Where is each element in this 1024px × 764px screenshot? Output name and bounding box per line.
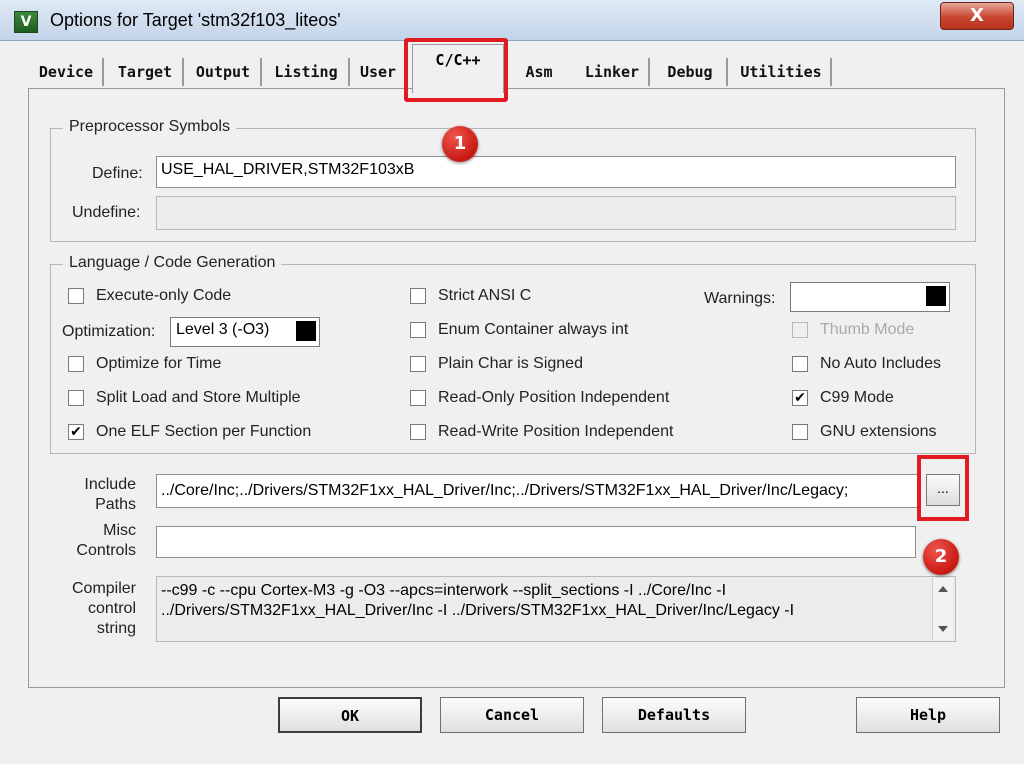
keil-app-icon: V — [14, 11, 38, 33]
tab-device[interactable]: Device — [30, 58, 104, 86]
compiler-string-line-2: ../Drivers/STM32F1xx_HAL_Driver/Inc -I .… — [161, 602, 795, 619]
undefine-input[interactable] — [156, 196, 956, 230]
strict-ansi-label: Strict ANSI C — [438, 287, 532, 304]
tab-output[interactable]: Output — [186, 58, 262, 86]
define-label: Define: — [92, 165, 143, 182]
include-paths-label-2: Paths — [95, 496, 136, 513]
misc-controls-label-1: Misc — [103, 522, 136, 539]
compiler-label-2: control — [87, 600, 136, 617]
tab-debug[interactable]: Debug — [654, 58, 728, 86]
split-load-store-label: Split Load and Store Multiple — [96, 389, 301, 406]
ok-button[interactable]: OK — [278, 697, 422, 733]
plain-char-signed-checkbox[interactable] — [410, 356, 426, 372]
execute-only-checkbox[interactable] — [68, 288, 84, 304]
annotation-marker-2: 2 — [923, 539, 959, 575]
browse-button-highlight — [917, 455, 969, 521]
options-dialog: V Options for Target 'stm32f103_liteos' … — [0, 0, 1024, 764]
tab-user[interactable]: User — [352, 58, 406, 86]
split-load-store-checkbox[interactable] — [68, 390, 84, 406]
cancel-button[interactable]: Cancel — [440, 697, 584, 733]
compiler-label-1: Compiler — [71, 580, 136, 597]
include-paths-label-1: Include — [84, 476, 136, 493]
c99-mode-checkbox[interactable]: ✔ — [792, 390, 808, 406]
plain-char-signed-label: Plain Char is Signed — [438, 355, 583, 372]
gnu-extensions-label: GNU extensions — [820, 423, 937, 440]
language-legend: Language / Code Generation — [63, 254, 282, 272]
tab-utilities[interactable]: Utilities — [732, 58, 832, 86]
compiler-label-3: string — [96, 620, 136, 637]
tab-listing[interactable]: Listing — [264, 58, 350, 86]
readonly-pi-checkbox[interactable] — [410, 390, 426, 406]
optimize-for-time-label: Optimize for Time — [96, 355, 222, 372]
execute-only-label: Execute-only Code — [96, 287, 232, 304]
optimize-for-time-checkbox[interactable] — [68, 356, 84, 372]
tab-asm[interactable]: Asm — [508, 58, 570, 86]
one-elf-section-checkbox[interactable]: ✔ — [68, 424, 84, 440]
c99-mode-label: C99 Mode — [820, 389, 894, 406]
tab-target[interactable]: Target — [108, 58, 184, 86]
gnu-extensions-checkbox[interactable] — [792, 424, 808, 440]
scroll-up-icon[interactable] — [938, 586, 948, 592]
readwrite-pi-checkbox[interactable] — [410, 424, 426, 440]
enum-container-label: Enum Container always int — [438, 321, 629, 338]
title-bar[interactable]: V Options for Target 'stm32f103_liteos' … — [0, 0, 1024, 41]
defaults-button[interactable]: Defaults — [602, 697, 746, 733]
define-input[interactable]: USE_HAL_DRIVER,STM32F103xB — [156, 156, 956, 188]
warnings-label: Warnings: — [704, 290, 776, 307]
compiler-control-string[interactable]: --c99 -c --cpu Cortex-M3 -g -O3 --apcs=i… — [156, 576, 956, 642]
window-title: Options for Target 'stm32f103_liteos' — [50, 10, 341, 30]
tab-cc-highlight — [404, 38, 508, 102]
compiler-string-scrollbar[interactable] — [932, 578, 953, 640]
compiler-string-line-1: --c99 -c --cpu Cortex-M3 -g -O3 --apcs=i… — [161, 582, 727, 599]
undefine-label: Undefine: — [72, 204, 141, 221]
no-auto-includes-label: No Auto Includes — [820, 355, 941, 372]
misc-controls-input[interactable] — [156, 526, 916, 558]
include-paths-input[interactable]: ../Core/Inc;../Drivers/STM32F1xx_HAL_Dri… — [156, 474, 920, 508]
optimization-label: Optimization: — [62, 323, 156, 340]
preprocessor-legend: Preprocessor Symbols — [63, 118, 236, 136]
thumb-mode-checkbox — [792, 322, 808, 338]
close-icon: X — [970, 5, 984, 26]
help-button[interactable]: Help — [856, 697, 1000, 733]
scroll-down-icon[interactable] — [938, 626, 948, 632]
readwrite-pi-label: Read-Write Position Independent — [438, 423, 674, 440]
optimization-select[interactable]: Level 3 (-O3) — [170, 317, 320, 347]
tab-linker[interactable]: Linker — [576, 58, 650, 86]
chevron-down-icon — [296, 321, 316, 341]
thumb-mode-label: Thumb Mode — [820, 321, 915, 338]
warnings-select[interactable] — [790, 282, 950, 312]
strict-ansi-checkbox[interactable] — [410, 288, 426, 304]
enum-container-checkbox[interactable] — [410, 322, 426, 338]
close-button[interactable]: X — [940, 2, 1014, 30]
one-elf-section-label: One ELF Section per Function — [96, 423, 312, 440]
misc-controls-label-2: Controls — [76, 542, 136, 559]
readonly-pi-label: Read-Only Position Independent — [438, 389, 670, 406]
chevron-down-icon — [926, 286, 946, 306]
optimization-value: Level 3 (-O3) — [176, 321, 270, 338]
no-auto-includes-checkbox[interactable] — [792, 356, 808, 372]
annotation-marker-1: 1 — [442, 126, 478, 162]
